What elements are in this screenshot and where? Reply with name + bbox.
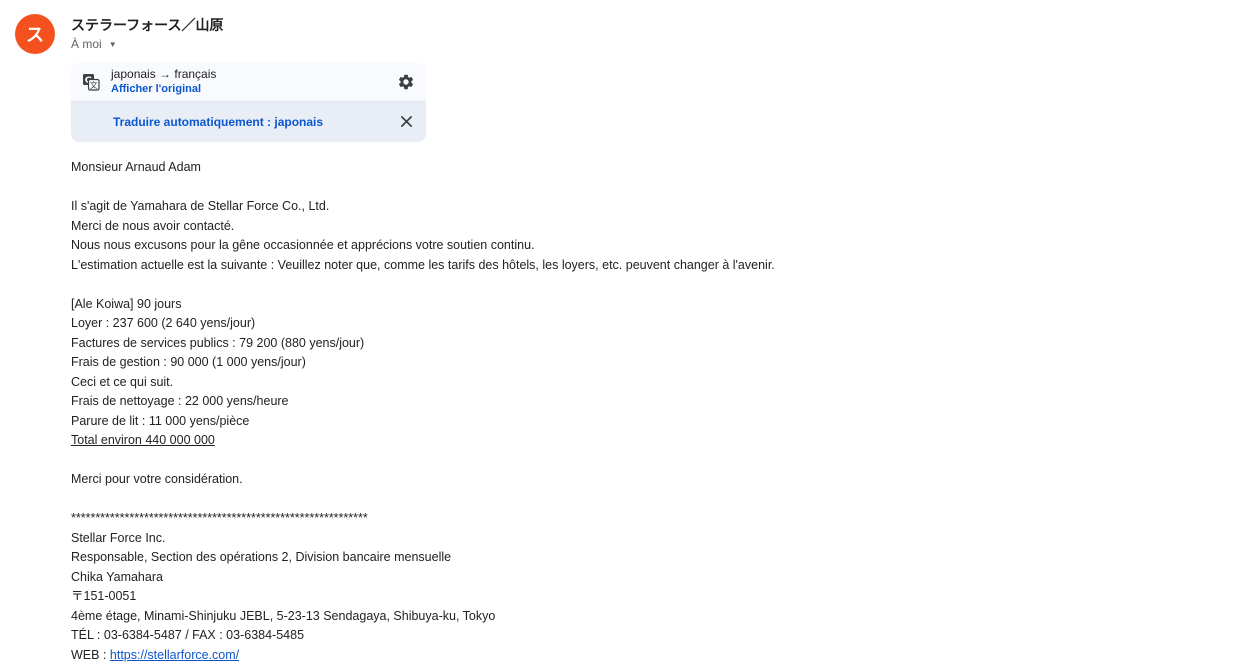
signature-phone-fax: TÉL : 03-6384-5487 / FAX : 03-6384-5485 bbox=[71, 628, 305, 642]
signature-web: WEB : https://stellarforce.com/ bbox=[71, 646, 775, 666]
avatar-letter: ス bbox=[26, 25, 44, 46]
signature-address: 4ème étage, Minami-Shinjuku JEBL, 5-23-1… bbox=[71, 608, 496, 623]
caret-down-icon: ▼ bbox=[108, 39, 117, 49]
intro-line: Nous nous excusons pour la gêne occasion… bbox=[71, 238, 535, 252]
intro-line: L'estimation actuelle est la suivante : … bbox=[71, 257, 775, 272]
translate-icon: G 文 bbox=[83, 74, 100, 91]
greeting: Monsieur Arnaud Adam bbox=[71, 160, 201, 174]
estimate-total: Total environ 440 000 000 bbox=[71, 433, 215, 447]
recipient-label: À moi bbox=[71, 37, 102, 51]
estimate-line: Parure de lit : 11 000 yens/pièce bbox=[71, 413, 250, 428]
estimate-line: Ceci et ce qui suit. bbox=[71, 374, 174, 389]
recipient-details-toggle[interactable]: À moi ▼ bbox=[71, 37, 117, 51]
estimate-line: Frais de gestion : 90 000 (1 000 yens/jo… bbox=[71, 355, 306, 369]
gear-icon[interactable] bbox=[397, 73, 415, 91]
email-view: ス ステラーフォース／山原 À moi ▼ G 文 japonais → fra… bbox=[0, 0, 1243, 671]
signature-company: Stellar Force Inc. bbox=[71, 530, 166, 545]
website-link[interactable]: https://stellarforce.com/ bbox=[110, 648, 239, 662]
signature-title: Responsable, Section des opérations 2, D… bbox=[71, 550, 452, 564]
estimate-line: [Ale Koiwa] 90 jours bbox=[71, 296, 182, 311]
web-label: WEB : bbox=[71, 647, 110, 662]
show-original-link[interactable]: Afficher l'original bbox=[111, 83, 201, 95]
signature-separator: ****************************************… bbox=[71, 511, 368, 525]
thanks-line: Merci pour votre considération. bbox=[71, 472, 243, 486]
sender-avatar[interactable]: ス bbox=[15, 14, 55, 54]
svg-text:文: 文 bbox=[90, 80, 98, 90]
sender-name[interactable]: ステラーフォース／山原 bbox=[71, 15, 223, 35]
translation-header: G 文 japonais → français Afficher l'origi… bbox=[71, 63, 426, 102]
intro-line: Il s'agit de Yamahara de Stellar Force C… bbox=[71, 199, 330, 213]
signature-name: Chika Yamahara bbox=[71, 569, 163, 584]
close-icon[interactable] bbox=[400, 115, 413, 128]
intro-line: Merci de nous avoir contacté. bbox=[71, 218, 235, 233]
translation-banner: G 文 japonais → français Afficher l'origi… bbox=[71, 63, 426, 142]
signature-postal-code: 〒151-0051 bbox=[71, 589, 137, 603]
email-body: Monsieur Arnaud Adam Il s'agit de Yamaha… bbox=[71, 158, 775, 665]
estimate-line: Frais de nettoyage : 22 000 yens/heure bbox=[71, 394, 289, 408]
estimate-line: Loyer : 237 600 (2 640 yens/jour) bbox=[71, 316, 256, 330]
estimate-line: Factures de services publics : 79 200 (8… bbox=[71, 335, 365, 350]
translation-language-pair: japonais → français bbox=[111, 67, 217, 81]
auto-translate-button[interactable]: Traduire automatiquement : japonais bbox=[113, 115, 323, 129]
